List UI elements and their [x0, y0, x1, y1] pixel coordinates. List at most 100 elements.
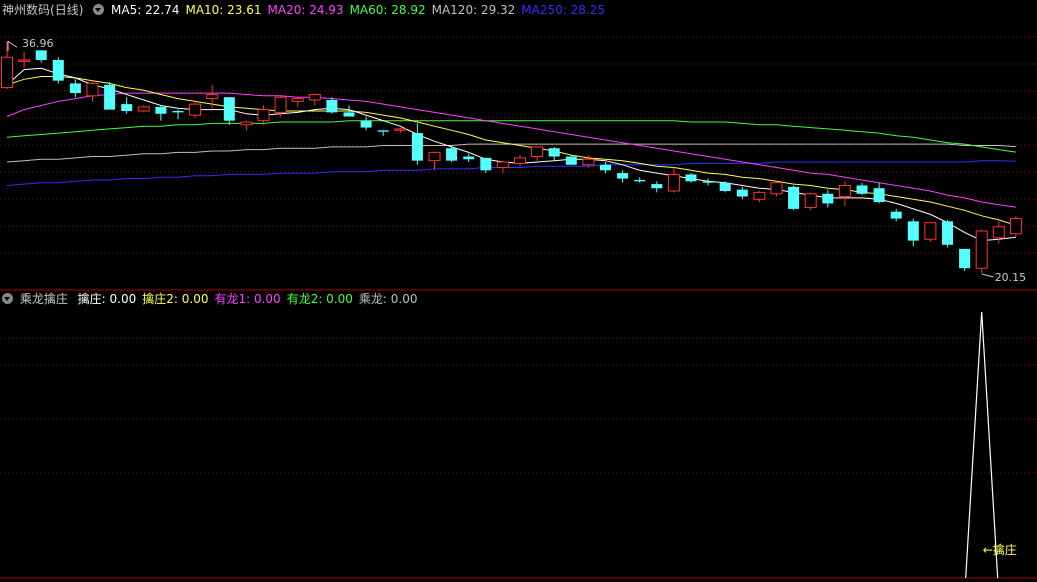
candle [600, 162, 611, 174]
collapse-toggle-icon[interactable] [93, 4, 105, 15]
candle-body [52, 59, 64, 81]
candle-body [480, 157, 492, 171]
high-price-label: 36.96 [22, 37, 54, 50]
candle [104, 82, 116, 110]
candle [617, 170, 629, 183]
candle [35, 50, 47, 63]
candle [428, 151, 441, 171]
candle-body [975, 230, 988, 269]
candle [223, 97, 235, 125]
stock-name: 神州数码 [2, 3, 51, 17]
candle [121, 97, 133, 114]
candle [291, 97, 304, 107]
candle-body [719, 182, 731, 191]
candle-body [634, 179, 646, 182]
candle [565, 155, 577, 165]
candle [924, 222, 937, 243]
indicator-legend: 擒庄: 0.00 擒庄2: 0.00 有龙1: 0.00 有龙2: 0.00 乘龙: 0… [78, 292, 424, 306]
candle [463, 153, 475, 163]
high-arrow [7, 40, 18, 48]
candle [856, 182, 868, 196]
candle-body [172, 111, 184, 113]
indicator-label-3: 有龙2: 0.00 [286, 292, 353, 306]
candle-body [308, 93, 321, 101]
indicator-label-4: 乘龙: 0.00 [358, 292, 418, 306]
candle [52, 57, 64, 84]
indicator-annotation: ←擒庄 [983, 542, 1017, 557]
candle [514, 155, 526, 167]
candle-body [873, 188, 885, 203]
candle-body [565, 156, 577, 165]
candle [770, 181, 783, 197]
candle-body [600, 164, 611, 171]
candle [326, 97, 338, 114]
candle [257, 105, 270, 125]
candle [942, 219, 953, 248]
candle-body [804, 193, 817, 209]
candle-body [360, 120, 372, 128]
candle-body [770, 182, 783, 195]
candle [634, 177, 646, 183]
collapse-toggle-icon[interactable] [2, 293, 13, 304]
candle-body [104, 84, 116, 110]
candle-body [702, 181, 714, 183]
candle-body [856, 185, 868, 194]
candle-body [343, 112, 355, 117]
candle [838, 181, 851, 207]
candle [651, 181, 663, 193]
candle-body [155, 106, 167, 114]
candle-body [69, 83, 81, 94]
ma-label-2: MA20: 24.93 [267, 3, 344, 17]
candle [411, 123, 423, 165]
candle-body [907, 221, 919, 241]
candle-body [992, 226, 1005, 239]
candle-body [685, 174, 697, 182]
moving-average-lines [6, 67, 1017, 242]
ma10-line [6, 76, 1017, 226]
candle-body [223, 97, 235, 121]
candle-body [959, 248, 971, 269]
candle-body [753, 191, 766, 200]
indicator-plot: ←擒庄 [965, 311, 1017, 579]
candle-body [137, 106, 150, 112]
candle-body [667, 173, 680, 192]
candle-body [463, 156, 475, 160]
candle [959, 248, 971, 271]
candle [377, 130, 389, 136]
candle [189, 99, 202, 118]
indicator-label-2: 有龙1: 0.00 [214, 292, 281, 306]
period-label: (日线) [50, 3, 84, 17]
candle-body [822, 193, 834, 204]
candle-body [189, 103, 202, 116]
candle-body [788, 186, 800, 209]
candle-body [890, 211, 902, 219]
ma-label-0: MA5: 22.74 [111, 3, 180, 17]
candle [788, 185, 800, 211]
candle [308, 93, 321, 106]
candle-body [582, 158, 595, 166]
candle-body [617, 173, 629, 179]
candle [873, 182, 885, 204]
candle-body [121, 104, 133, 112]
candle [753, 190, 766, 203]
candle [69, 79, 81, 98]
grid-lines [0, 36, 1037, 579]
indicator-label-1: 擒庄2: 0.00 [142, 292, 209, 306]
indicator-spike-line [965, 311, 999, 579]
candle [86, 80, 99, 102]
low-arrow [981, 273, 994, 278]
candle-body [446, 148, 458, 161]
candle-body [838, 184, 851, 198]
candle [736, 186, 748, 200]
candle-body [531, 146, 544, 158]
candle-body [736, 189, 748, 197]
candle-body [942, 221, 953, 245]
ma120-line [6, 143, 1016, 163]
ma-label-4: MA120: 29.32 [431, 3, 516, 17]
ma-legend: MA5: 22.74 MA10: 23.61 MA20: 24.93 MA60: 28… [111, 3, 611, 17]
candle [685, 173, 697, 183]
candle-body [257, 109, 270, 122]
candle-body [1, 56, 13, 89]
candlesticks [1, 41, 1022, 274]
candle [548, 146, 560, 161]
